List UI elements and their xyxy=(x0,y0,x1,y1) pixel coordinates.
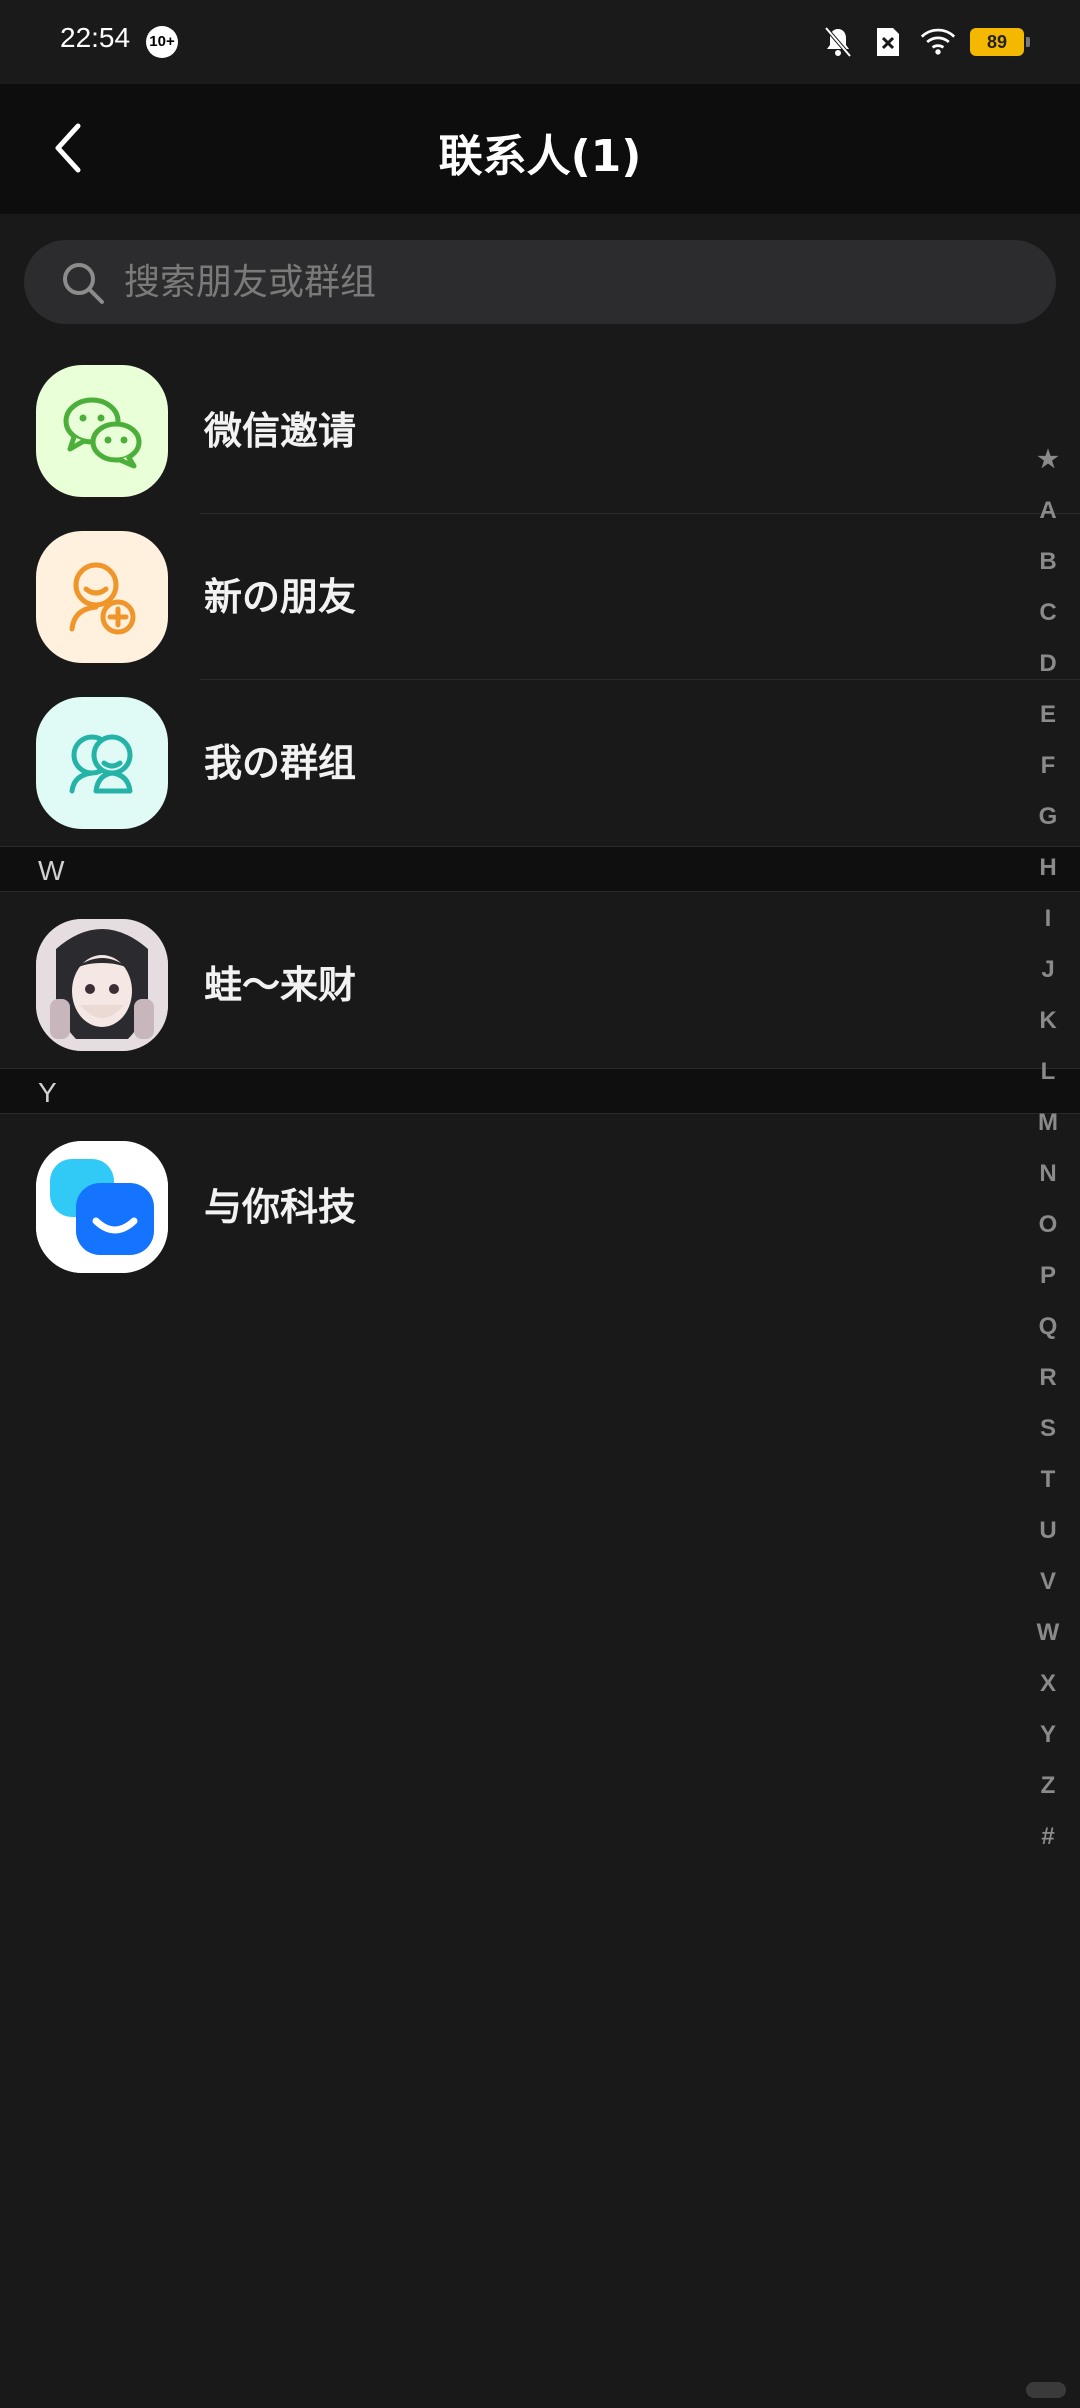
index-hash[interactable]: # xyxy=(1028,1811,1068,1862)
index-g[interactable]: G xyxy=(1028,791,1068,842)
index-d[interactable]: D xyxy=(1028,638,1068,689)
index-z[interactable]: Z xyxy=(1028,1760,1068,1811)
section-letter: W xyxy=(38,855,65,886)
section-header-w: W xyxy=(0,846,1080,892)
index-y[interactable]: Y xyxy=(1028,1709,1068,1760)
search-icon xyxy=(63,263,104,304)
mute-bell-icon xyxy=(820,24,856,60)
wechat-icon xyxy=(36,365,168,497)
top-app-bar: 联系人(1) xyxy=(0,84,1080,214)
index-j[interactable]: J xyxy=(1028,944,1068,995)
index-f[interactable]: F xyxy=(1028,740,1068,791)
new-friends-label: 新の朋友 xyxy=(204,575,357,619)
index-e[interactable]: E xyxy=(1028,689,1068,740)
search-bar[interactable] xyxy=(24,240,1056,324)
status-time: 22:54 xyxy=(60,22,131,53)
index-p[interactable]: P xyxy=(1028,1250,1068,1301)
index-l[interactable]: L xyxy=(1028,1046,1068,1097)
alphabet-index-bar[interactable]: ★ A B C D E F G H I J K L M N O P Q R S … xyxy=(1028,434,1068,1862)
index-star[interactable]: ★ xyxy=(1028,434,1068,485)
index-a[interactable]: A xyxy=(1028,485,1068,536)
wifi-icon xyxy=(920,24,956,60)
index-m[interactable]: M xyxy=(1028,1097,1068,1148)
page-title: 联系人(1) xyxy=(438,131,642,182)
contact-name: 蛙～来财 xyxy=(204,963,357,1007)
section-header-y: Y xyxy=(0,1068,1080,1114)
index-v[interactable]: V xyxy=(1028,1556,1068,1607)
home-indicator xyxy=(1026,2382,1066,2398)
battery-indicator: 89 xyxy=(970,28,1030,56)
my-groups-label: 我の群组 xyxy=(204,741,357,785)
index-w[interactable]: W xyxy=(1028,1607,1068,1658)
index-k[interactable]: K xyxy=(1028,995,1068,1046)
contact-row[interactable]: 与你科技 xyxy=(0,1124,1030,1290)
status-bar: 22:54 10+ 89 xyxy=(0,0,1080,84)
index-u[interactable]: U xyxy=(1028,1505,1068,1556)
wechat-invite-label: 微信邀请 xyxy=(204,409,357,453)
app-logo-avatar xyxy=(36,1141,168,1273)
index-t[interactable]: T xyxy=(1028,1454,1068,1505)
group-icon xyxy=(36,697,168,829)
section-letter: Y xyxy=(38,1077,57,1108)
index-h[interactable]: H xyxy=(1028,842,1068,893)
new-friends-row[interactable]: 新の朋友 xyxy=(0,514,1080,680)
index-c[interactable]: C xyxy=(1028,587,1068,638)
sim-x-icon xyxy=(870,24,906,60)
contact-name: 与你科技 xyxy=(204,1185,357,1229)
anime-girl-avatar xyxy=(36,919,168,1051)
index-b[interactable]: B xyxy=(1028,536,1068,587)
index-s[interactable]: S xyxy=(1028,1403,1068,1454)
add-friend-icon xyxy=(36,531,168,663)
index-n[interactable]: N xyxy=(1028,1148,1068,1199)
index-o[interactable]: O xyxy=(1028,1199,1068,1250)
notification-badge: 10+ xyxy=(146,26,178,58)
index-x[interactable]: X xyxy=(1028,1658,1068,1709)
contact-row[interactable]: 蛙～来财 xyxy=(0,902,1030,1068)
wechat-invite-row[interactable]: 微信邀请 xyxy=(0,348,1080,514)
index-q[interactable]: Q xyxy=(1028,1301,1068,1352)
index-r[interactable]: R xyxy=(1028,1352,1068,1403)
search-input[interactable] xyxy=(124,240,1004,324)
my-groups-row[interactable]: 我の群组 xyxy=(0,680,1030,846)
index-i[interactable]: I xyxy=(1028,893,1068,944)
